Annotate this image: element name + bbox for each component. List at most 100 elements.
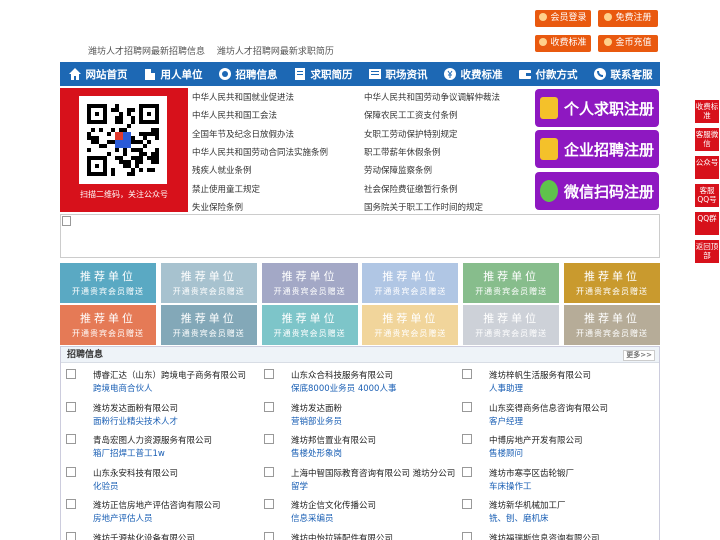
job-title[interactable]: 营销部业务员 (291, 415, 342, 427)
nav-item-6[interactable]: 付款方式 (510, 62, 585, 86)
law-link[interactable]: 劳动保障监察条例 (364, 164, 432, 176)
latest-resumes-link[interactable]: 潍坊人才招聘网最新求职简历 (217, 47, 334, 57)
job-title[interactable]: 箱厂招焊工普工1w (93, 447, 165, 459)
nav-item-3[interactable]: 求职简历 (285, 62, 360, 86)
side-button[interactable]: 返回顶部 (695, 240, 719, 263)
law-link[interactable]: 社会保险费征缴暂行条例 (364, 183, 458, 195)
company-name[interactable]: 潍坊新华机械加工厂 (489, 499, 566, 511)
law-link[interactable]: 中华人民共和国劳动争议调解仲裁法 (364, 91, 500, 103)
job-item[interactable]: 潍坊发达面粉 营销部业务员 (259, 398, 449, 428)
company-name[interactable]: 潍坊正信房地产评估咨询有限公司 (93, 499, 221, 511)
coin-recharge-button[interactable]: 金币充值 (598, 35, 658, 52)
job-title[interactable]: 保底8000业务员 4000人事 (291, 382, 396, 394)
company-name[interactable]: 潍坊福瑞斯信息咨询有限公司 (489, 532, 600, 540)
job-item[interactable]: 山东众合科技服务有限公司 保底8000业务员 4000人事 (259, 365, 449, 395)
job-item[interactable]: 潍坊正信房地产评估咨询有限公司 房地产评估人员 (61, 495, 251, 525)
job-title[interactable]: 化验员 (93, 480, 119, 492)
law-link[interactable]: 保障农民工工资支付条例 (364, 109, 458, 121)
job-item[interactable]: 潍坊福瑞斯信息咨询有限公司证券分析员 (457, 528, 647, 540)
free-register-button[interactable]: 免费注册 (598, 10, 658, 27)
nav-item-5[interactable]: 收费标准 (435, 62, 510, 86)
job-item[interactable]: 潍坊市寒亭区齿轮锻厂 车床操作工 (457, 463, 647, 493)
job-title[interactable]: 售楼处形象岗 (291, 447, 342, 459)
more-link[interactable]: 更多>> (623, 350, 655, 361)
recommend-slot[interactable]: 推荐单位 开通贵宾会员赠送 (362, 305, 459, 345)
job-item[interactable]: 潍坊新华机械加工厂 铣、刨、磨机床 (457, 495, 647, 525)
side-button[interactable]: 收费标准 (695, 100, 719, 123)
law-link[interactable]: 残疾人就业条例 (192, 164, 252, 176)
job-title[interactable]: 跨境电商合伙人 (93, 382, 153, 394)
side-button[interactable]: 公众号 (695, 156, 719, 179)
law-link[interactable]: 女职工劳动保护特别规定 (364, 128, 458, 140)
job-title[interactable]: 人事助理 (489, 382, 523, 394)
law-link[interactable]: 中华人民共和国劳动合同法实施条例 (192, 146, 328, 158)
company-name[interactable]: 潍坊企信文化传播公司 (291, 499, 376, 511)
job-item[interactable]: 山东奕得商务信息咨询有限公司 客户经理 (457, 398, 647, 428)
job-title[interactable]: 房地产评估人员 (93, 512, 153, 524)
wechat-register-button[interactable]: 微信扫码注册 (535, 172, 659, 210)
law-link[interactable]: 中华人民共和国就业促进法 (192, 91, 294, 103)
side-button[interactable]: 客服QQ号 (695, 184, 719, 207)
company-name[interactable]: 中博房地产开发有限公司 (489, 434, 583, 446)
company-name[interactable]: 博睿汇达（山东）跨境电子商务有限公司 (93, 369, 246, 381)
recommend-slot[interactable]: 推荐单位 开通贵宾会员赠送 (261, 263, 358, 303)
side-button[interactable]: 客服微信 (695, 128, 719, 151)
nav-item-1[interactable]: 用人单位 (135, 62, 210, 86)
fee-standard-button[interactable]: 收费标准 (535, 35, 591, 52)
company-name[interactable]: 青岛宏图人力资源服务有限公司 (93, 434, 212, 446)
job-title[interactable]: 铣、刨、磨机床 (489, 512, 549, 524)
company-name[interactable]: 山东永安科技有限公司 (93, 467, 178, 479)
law-link[interactable]: 全国年节及纪念日放假办法 (192, 128, 294, 140)
recommend-slot[interactable]: 推荐单位 开通贵宾会员赠送 (463, 305, 560, 345)
member-login-button[interactable]: 会员登录 (535, 10, 591, 27)
nav-item-0[interactable]: 网站首页 (60, 62, 135, 86)
company-name[interactable]: 潍坊千源盐化设备有限公司 (93, 532, 195, 540)
job-item[interactable]: 上海中智国际教育咨询有限公司 潍坊分公司 留学 (259, 463, 455, 493)
job-title[interactable]: 面粉行业精尖技术人才 (93, 415, 178, 427)
job-item[interactable]: 潍坊千源盐化设备有限公司工程师 (61, 528, 251, 540)
law-link[interactable]: 失业保险条例 (192, 201, 243, 213)
law-link[interactable]: 职工带薪年休假条例 (364, 146, 441, 158)
job-title[interactable]: 售楼顾问 (489, 447, 523, 459)
recommend-slot[interactable]: 推荐单位 开通贵宾会员赠送 (564, 305, 660, 345)
jobseeker-register-button[interactable]: 个人求职注册 (535, 89, 659, 127)
law-link[interactable]: 国务院关于职工工作时间的规定 (364, 201, 483, 213)
ad-banner[interactable] (60, 214, 660, 258)
company-name[interactable]: 山东奕得商务信息咨询有限公司 (489, 402, 608, 414)
job-item[interactable]: 博睿汇达（山东）跨境电子商务有限公司 跨境电商合伙人 (61, 365, 251, 395)
job-title[interactable]: 车床操作工 (489, 480, 532, 492)
nav-item-2[interactable]: 招聘信息 (210, 62, 285, 86)
job-item[interactable]: 青岛宏图人力资源服务有限公司 箱厂招焊工普工1w (61, 430, 251, 460)
company-name[interactable]: 潍坊发达面粉 (291, 402, 342, 414)
recommend-slot[interactable]: 推荐单位 开通贵宾会员赠送 (564, 263, 660, 303)
job-item[interactable]: 潍坊邦信置业有限公司 售楼处形象岗 (259, 430, 449, 460)
recommend-slot[interactable]: 推荐单位 开通贵宾会员赠送 (362, 263, 459, 303)
law-link[interactable]: 中华人民共和国工会法 (192, 109, 277, 121)
latest-jobs-link[interactable]: 潍坊人才招聘网最新招聘信息 (88, 47, 205, 57)
company-name[interactable]: 潍坊邦信置业有限公司 (291, 434, 376, 446)
law-link[interactable]: 禁止使用童工规定 (192, 183, 260, 195)
job-item[interactable]: 中博房地产开发有限公司 售楼顾问 (457, 430, 647, 460)
job-title[interactable]: 客户经理 (489, 415, 523, 427)
job-item[interactable]: 潍坊梓帆生活服务有限公司 人事助理 (457, 365, 647, 395)
company-name[interactable]: 上海中智国际教育咨询有限公司 潍坊分公司 (291, 467, 455, 479)
recommend-slot[interactable]: 推荐单位 开通贵宾会员赠送 (60, 263, 156, 303)
side-button[interactable]: QQ群 (695, 212, 719, 235)
company-name[interactable]: 潍坊梓帆生活服务有限公司 (489, 369, 591, 381)
recommend-slot[interactable]: 推荐单位 开通贵宾会员赠送 (463, 263, 560, 303)
job-title[interactable]: 留学 (291, 480, 308, 492)
company-name[interactable]: 潍坊中怡拉链配件有限公司 (291, 532, 393, 540)
enterprise-register-button[interactable]: 企业招聘注册 (535, 130, 659, 168)
job-item[interactable]: 潍坊企信文化传播公司 信息采编员 (259, 495, 449, 525)
nav-item-4[interactable]: 职场资讯 (360, 62, 435, 86)
job-title[interactable]: 信息采编员 (291, 512, 334, 524)
recommend-slot[interactable]: 推荐单位 开通贵宾会员赠送 (60, 305, 156, 345)
company-name[interactable]: 潍坊市寒亭区齿轮锻厂 (489, 467, 574, 479)
recommend-slot[interactable]: 推荐单位 开通贵宾会员赠送 (160, 263, 257, 303)
nav-item-7[interactable]: 联系客服 (585, 62, 660, 86)
job-item[interactable]: 潍坊发达面粉有限公司 面粉行业精尖技术人才 (61, 398, 251, 428)
job-item[interactable]: 潍坊中怡拉链配件有限公司车床、磨床技师 (259, 528, 449, 540)
job-item[interactable]: 山东永安科技有限公司 化验员 (61, 463, 251, 493)
recommend-slot[interactable]: 推荐单位 开通贵宾会员赠送 (160, 305, 257, 345)
company-name[interactable]: 山东众合科技服务有限公司 (291, 369, 393, 381)
